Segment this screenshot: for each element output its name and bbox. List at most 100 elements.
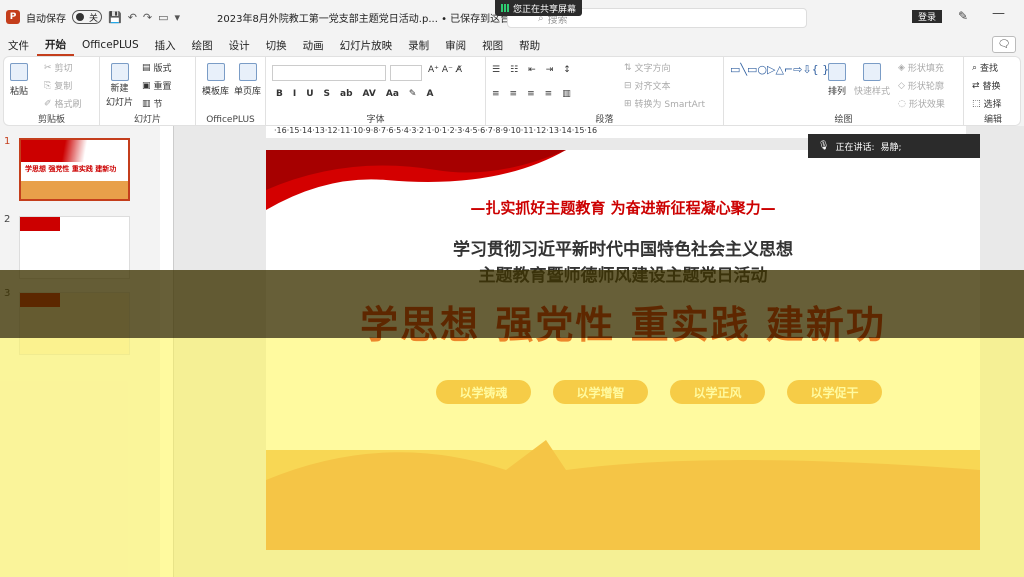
comments-icon[interactable]: 🗨 xyxy=(992,36,1016,53)
smartart-button[interactable]: ⊞ 转换为 SmartArt xyxy=(624,97,705,111)
slide-pill: 以学促干 xyxy=(787,380,882,404)
align-text-button[interactable]: ⊟ 对齐文本 xyxy=(624,79,671,93)
select-button[interactable]: ⬚ 选择 xyxy=(972,97,1002,111)
replace-icon: ⇄ xyxy=(972,80,980,91)
char-spacing2-icon: AV xyxy=(362,89,376,99)
new-slide-icon xyxy=(110,63,129,81)
speaking-indicator: 🎙 正在讲话: 易静; xyxy=(808,134,980,158)
shapes-gallery[interactable]: ▭╲▭○▷△⌐⇨⇩{ }☆ xyxy=(730,63,839,76)
arrange-button[interactable]: 排列 xyxy=(828,63,846,97)
replace-button[interactable]: ⇄ 替换 xyxy=(972,79,1001,93)
tab-transitions[interactable]: 切换 xyxy=(258,34,295,56)
reset-button[interactable]: ▣ 重置 xyxy=(142,79,172,93)
shape-fill-button[interactable]: ◈ 形状填充 xyxy=(898,61,944,75)
slide-pill: 以学增智 xyxy=(553,380,648,404)
present-icon[interactable]: ▭ xyxy=(158,11,168,24)
autosave-label: 自动保存 xyxy=(26,13,66,25)
tab-review[interactable]: 审阅 xyxy=(437,34,474,56)
tab-officeplus[interactable]: OfficePLUS xyxy=(74,34,147,56)
bullets-icon: ☰ xyxy=(492,65,501,75)
smartart-icon: ⊞ xyxy=(624,98,632,109)
autosave-toggle[interactable]: 关 xyxy=(72,10,102,24)
slide-thumbnail[interactable] xyxy=(19,216,130,279)
reset-icon: ▣ xyxy=(142,80,151,91)
tab-draw[interactable]: 绘图 xyxy=(184,34,221,56)
layout-button[interactable]: ▤ 版式 xyxy=(142,61,172,75)
fill-icon: ◈ xyxy=(898,62,905,73)
tab-insert[interactable]: 插入 xyxy=(147,34,184,56)
cut-button[interactable]: ✂ 剪切 xyxy=(44,61,73,75)
customize-qat-icon[interactable]: ▾ xyxy=(175,11,181,24)
thumbnail-number: 1 xyxy=(4,136,11,147)
officeplus-group-label: OfficePLUS xyxy=(206,115,255,125)
tab-view[interactable]: 视图 xyxy=(474,34,511,56)
font-size-field[interactable] xyxy=(390,65,422,81)
text-direction-button[interactable]: ⇅ 文字方向 xyxy=(624,61,671,75)
drawing-group: ▭╲▭○▷△⌐⇨⇩{ }☆ 排列 快速样式 ◈ 形状填充 ◇ 形状轮廓 ◌ 形状效果 … xyxy=(724,57,964,127)
quick-styles-icon xyxy=(863,63,881,81)
tab-design[interactable]: 设计 xyxy=(221,34,258,56)
powerpoint-logo-icon: P xyxy=(6,10,20,24)
vertical-ruler xyxy=(160,126,174,577)
redo-icon[interactable]: ↷ xyxy=(143,11,152,24)
undo-icon[interactable]: ↶ xyxy=(128,11,137,24)
save-icon[interactable]: 💾 xyxy=(108,11,122,24)
font-style-buttons[interactable]: B I U Sab AV Aa ✎ A xyxy=(276,89,433,99)
font-size-controls[interactable]: A⁺ A⁻ A̸ xyxy=(428,65,462,75)
pen-icon[interactable]: ✎ xyxy=(958,9,968,23)
format-painter-button[interactable]: ✐ 格式刷 xyxy=(44,97,82,111)
paste-button[interactable]: 粘贴 xyxy=(10,63,28,97)
new-slide-label: 新建 xyxy=(110,84,129,94)
tab-slideshow[interactable]: 幻灯片放映 xyxy=(332,34,401,56)
shape-outline-button[interactable]: ◇ 形状轮廓 xyxy=(898,79,944,93)
list-buttons[interactable]: ☰ ☷ ⇤ ⇥ ↕ xyxy=(492,65,571,75)
single-page-library-button[interactable]: 单页库 xyxy=(234,63,261,97)
new-slide-button[interactable]: 新建 幻灯片 xyxy=(106,63,133,109)
thumbnail-footer xyxy=(21,181,128,199)
microphone-icon: 🎙 xyxy=(818,141,830,151)
slide-thumbnail[interactable]: 学思想 强党性 重实践 建新功 xyxy=(19,138,130,201)
section-button[interactable]: ▥ 节 xyxy=(142,97,163,111)
login-button[interactable]: 登录 xyxy=(912,10,942,23)
justify-icon: ≡ xyxy=(544,89,553,99)
format-painter-label: 格式刷 xyxy=(54,100,82,110)
editing-group: ⌕ 查找 ⇄ 替换 ⬚ 选择 编辑 xyxy=(964,57,1022,127)
line-spacing-icon: ↕ xyxy=(563,65,571,75)
slide-subtitle: —扎实抓好主题教育 为奋进新征程凝心聚力— xyxy=(470,199,776,217)
tab-home[interactable]: 开始 xyxy=(37,34,74,56)
tab-help[interactable]: 帮助 xyxy=(511,34,548,56)
align-left-icon: ≡ xyxy=(492,89,500,99)
shapes-icon: ▭╲▭○▷△⌐⇨⇩{ }☆ xyxy=(730,63,839,76)
shape-outline-label: 形状轮廓 xyxy=(907,82,944,92)
slides-group: 新建 幻灯片 ▤ 版式 ▣ 重置 ▥ 节 幻灯片 xyxy=(100,57,196,127)
slide-pill: 以学铸魂 xyxy=(436,380,531,404)
highlight-icon: ✎ xyxy=(408,89,417,99)
text-direction-icon: ⇅ xyxy=(624,62,632,73)
thumbnail-banner xyxy=(20,217,60,231)
drawing-group-label: 绘图 xyxy=(834,115,853,125)
copy-button[interactable]: ⎘ 复制 xyxy=(44,79,72,93)
tab-record[interactable]: 录制 xyxy=(400,34,437,56)
quick-styles-button[interactable]: 快速样式 xyxy=(854,63,890,97)
slide-thumbnails-pane[interactable]: 1 学思想 强党性 重实践 建新功 2 3 xyxy=(0,126,160,577)
align-buttons[interactable]: ≡ ≡ ≡ ≡ ▥ xyxy=(492,89,571,99)
slide-thumbnail[interactable] xyxy=(19,292,130,355)
indent-icon: ⇤ xyxy=(528,65,536,75)
tab-file[interactable]: 文件 xyxy=(0,34,37,56)
tab-animations[interactable]: 动画 xyxy=(295,34,332,56)
find-button[interactable]: ⌕ 查找 xyxy=(972,61,998,75)
slides-group-label: 幻灯片 xyxy=(133,115,161,125)
numbering-icon: ☷ xyxy=(510,65,519,75)
brush-icon: ✐ xyxy=(44,98,52,109)
font-name-field[interactable] xyxy=(272,65,386,81)
minimize-icon[interactable]: — xyxy=(992,6,1005,21)
shape-effects-button[interactable]: ◌ 形状效果 xyxy=(898,97,945,111)
italic-icon: I xyxy=(292,89,297,99)
char-spacing-icon: ab xyxy=(340,89,353,99)
slide-heading-line1: 学习贯彻习近平新时代中国特色社会主义思想 xyxy=(453,240,793,260)
arrange-icon xyxy=(828,63,846,81)
paragraph-group-label: 段落 xyxy=(595,115,614,125)
single-page-label: 单页库 xyxy=(234,87,262,97)
template-library-button[interactable]: 模板库 xyxy=(202,63,229,97)
slide-canvas[interactable]: —扎实抓好主题教育 为奋进新征程凝心聚力— 学习贯彻习近平新时代中国特色社会主义… xyxy=(266,150,980,550)
